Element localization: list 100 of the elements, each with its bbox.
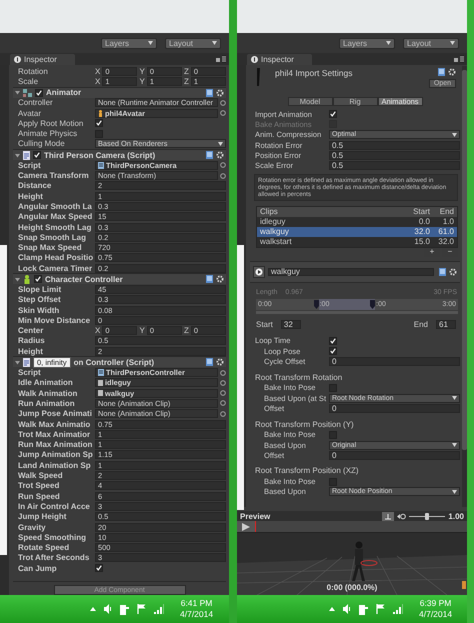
flag-icon[interactable] [137, 604, 146, 614]
field-label: Culling Mode [18, 139, 66, 148]
number-field[interactable]: 0.5 [329, 161, 460, 170]
playback-time: 0:00 (000.0%) [326, 583, 378, 592]
table-cell-text: 0.0 [418, 217, 430, 226]
number-field[interactable]: 32 [280, 320, 301, 330]
clip-row[interactable]: walkstart 15.0 32.0 [257, 236, 457, 247]
checkbox[interactable] [329, 336, 337, 345]
field-label: Avatar [18, 108, 42, 118]
gear-icon[interactable] [449, 268, 457, 276]
time-text: 6:41 PM [180, 598, 212, 609]
column-header: End [438, 207, 454, 216]
checkbox[interactable] [95, 130, 103, 138]
gear-icon[interactable] [216, 151, 224, 160]
number-field[interactable]: 0 [329, 450, 460, 460]
toolbar-dropdown[interactable]: Layout [403, 38, 459, 48]
slider-thumb[interactable] [425, 512, 430, 520]
help-book-icon[interactable] [206, 151, 213, 160]
toolbar-dropdown[interactable]: Layers [339, 38, 395, 48]
number-field[interactable]: 0 [329, 357, 460, 366]
checkbox[interactable] [329, 110, 337, 118]
field-label: Apply Root Motion [18, 118, 84, 128]
tray-arrow-icon[interactable] [90, 607, 96, 611]
field-label: Land Animation Sp [18, 460, 92, 470]
field-label: Walk Speed [18, 471, 64, 480]
signal-icon[interactable] [393, 604, 403, 614]
caret-icon [452, 132, 457, 138]
gear-icon[interactable] [216, 88, 224, 97]
gear-icon[interactable] [216, 275, 224, 284]
checkbox[interactable] [329, 430, 337, 439]
checkbox[interactable] [329, 384, 337, 392]
field-label: Run Animation [18, 398, 76, 408]
field-label: Lock Camera Timer [18, 264, 93, 273]
checkbox[interactable] [329, 478, 337, 486]
script-icon [98, 369, 104, 376]
field-label: Center [18, 326, 44, 336]
clip-row[interactable]: idleguy 0.0 1.0 [257, 216, 457, 227]
toolbar-dropdown[interactable]: Layers [101, 38, 157, 48]
field-label: Can Jump [18, 564, 58, 573]
field-label: Height Smooth Lag [18, 222, 92, 232]
number-field[interactable]: 0.5 [329, 140, 460, 150]
component-header[interactable]: Animator [13, 86, 226, 98]
fold-arrow-icon[interactable] [15, 360, 20, 365]
fold-arrow-icon[interactable] [15, 90, 20, 96]
axis-label: Y [139, 326, 145, 336]
speaker-icon[interactable] [343, 604, 351, 614]
scrollbar[interactable] [462, 66, 467, 507]
component-title: Third Person Camera (Script) [44, 150, 156, 160]
field-label: Trot Speed [18, 481, 60, 490]
battery-icon[interactable] [120, 604, 129, 614]
field-label: Speed Smoothing [18, 532, 87, 542]
caret-icon [386, 40, 391, 46]
play-button[interactable] [253, 266, 265, 278]
checkbox[interactable] [329, 347, 337, 356]
inspector-tab[interactable]: Inspector [10, 54, 75, 65]
lock-icon[interactable] [216, 56, 226, 62]
flag-icon[interactable] [376, 604, 385, 614]
clip-row[interactable]: walkguy 32.0 61.0 [257, 226, 457, 237]
component-header[interactable]: Third Person Camera (Script) [13, 149, 226, 160]
checkbox[interactable] [35, 88, 43, 97]
fold-arrow-icon[interactable] [15, 276, 20, 282]
field-label: Min Move Distance [18, 316, 92, 325]
field-label: Jump Pose Animati [18, 409, 93, 418]
help-book-icon[interactable] [206, 88, 213, 97]
field-label: Angular Smooth La [18, 202, 93, 211]
caret-icon [452, 488, 457, 495]
gear-icon[interactable] [448, 68, 456, 76]
info-icon [14, 56, 21, 63]
number-field[interactable]: 61 [436, 320, 456, 330]
inspector-tab[interactable]: Inspector [247, 54, 312, 65]
checkbox[interactable] [95, 564, 103, 572]
range-marker[interactable] [370, 300, 376, 309]
tray-arrow-icon[interactable] [329, 607, 335, 611]
field-label: Step Offset [18, 295, 62, 304]
table-cell-text: 32.0 [437, 237, 454, 246]
clip-name-field[interactable]: walkguy [268, 268, 434, 276]
help-book-icon[interactable] [206, 358, 213, 366]
battery-icon[interactable] [359, 604, 368, 614]
lock-icon[interactable] [454, 56, 464, 62]
field-label: Height [18, 192, 44, 201]
number-field[interactable]: 0 [329, 404, 460, 413]
table-cell-text: 61.0 [437, 227, 454, 236]
checkbox[interactable] [95, 119, 103, 128]
gear-icon[interactable] [216, 358, 224, 366]
help-book-icon[interactable] [206, 275, 213, 284]
field-label: Angular Max Speed [18, 212, 93, 222]
component-header[interactable]: Character Controller [13, 273, 226, 284]
speaker-icon[interactable] [104, 604, 112, 614]
caret-icon [218, 140, 223, 147]
help-book-icon[interactable] [439, 268, 446, 276]
checkbox[interactable] [33, 151, 41, 160]
table-cell-text: walkstart [260, 237, 293, 246]
signal-icon[interactable] [154, 604, 164, 614]
checkbox[interactable] [34, 275, 42, 284]
axis-label: Z [184, 76, 189, 86]
fold-arrow-icon[interactable] [15, 152, 20, 158]
pivot-icon[interactable] [382, 512, 394, 520]
number-field[interactable]: 0.5 [329, 150, 460, 160]
field-label: Rotation [18, 66, 49, 76]
toolbar-dropdown[interactable]: Layout [165, 38, 221, 48]
